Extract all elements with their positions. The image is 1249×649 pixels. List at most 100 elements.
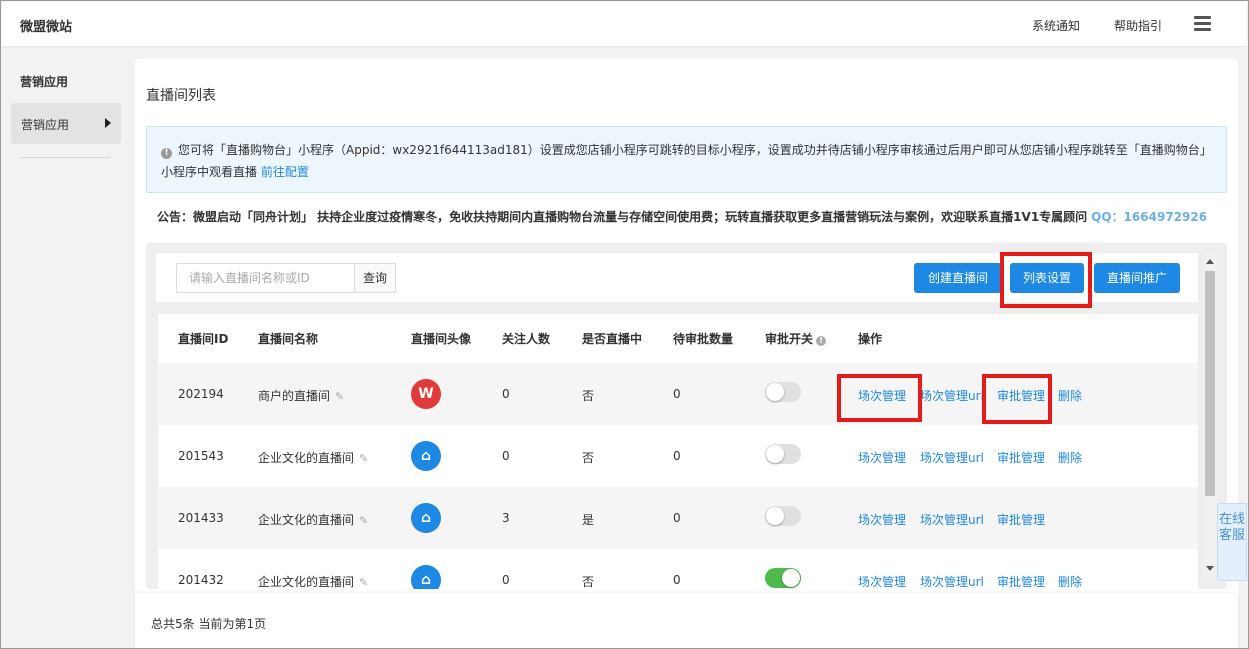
row-followers: 0 bbox=[502, 449, 510, 463]
announcement-text: 公告：微盟启动「同舟计划」 扶持企业度过疫情寒冬，免收扶持期间内直播购物台流量与… bbox=[157, 210, 1088, 224]
help-icon[interactable]: ! bbox=[816, 336, 827, 346]
main-card: 直播间列表 ! 您可将「直播购物台」小程序（Appid：wx2921f644113… bbox=[135, 59, 1238, 599]
session-manage-link[interactable]: 场次管理 bbox=[858, 449, 906, 466]
edit-icon[interactable]: ✎ bbox=[359, 576, 368, 589]
pagination-summary: 总共5条 当前为第1页 bbox=[151, 617, 267, 631]
qq-contact: QQ：1664972926 bbox=[1091, 210, 1208, 224]
create-room-button[interactable]: 创建直播间 bbox=[914, 263, 1002, 293]
header-approval: 审批开关! bbox=[765, 330, 827, 347]
room-avatar: ⌂ bbox=[411, 441, 441, 471]
toggle-knob bbox=[766, 507, 784, 525]
page-title: 直播间列表 bbox=[146, 88, 216, 104]
arrow-right-icon bbox=[105, 118, 111, 128]
table-row: 201543 企业文化的直播间 ✎ ⌂ 0 否 0 场次管理 场次管理url 审批… bbox=[158, 425, 1198, 487]
sidebar-title: 营销应用 bbox=[20, 75, 69, 89]
header-followers: 关注人数 bbox=[502, 332, 551, 346]
sidebar: 营销应用 营销应用 bbox=[2, 48, 128, 648]
approval-toggle[interactable] bbox=[765, 568, 801, 588]
row-name-text: 企业文化的直播间 bbox=[258, 451, 355, 465]
edit-icon[interactable]: ✎ bbox=[359, 452, 368, 465]
row-followers: 0 bbox=[502, 387, 510, 401]
session-manage-link[interactable]: 场次管理 bbox=[858, 573, 906, 589]
toggle-knob bbox=[782, 569, 800, 587]
row-pending: 0 bbox=[673, 449, 681, 463]
highlight-box-session bbox=[837, 374, 922, 422]
session-url-link[interactable]: 场次管理url bbox=[920, 449, 984, 466]
approval-toggle[interactable] bbox=[765, 444, 801, 464]
scroll-down-icon[interactable] bbox=[1206, 566, 1214, 571]
search-button[interactable]: 查询 bbox=[354, 263, 396, 293]
header-approval-label: 审批开关 bbox=[765, 332, 814, 346]
row-pending: 0 bbox=[673, 387, 681, 401]
live-room-table: 直播间ID 直播间名称 直播间头像 关注人数 是否直播中 待审批数量 审批开关!… bbox=[158, 314, 1198, 589]
approval-toggle[interactable] bbox=[765, 382, 801, 402]
info-icon: ! bbox=[161, 148, 172, 159]
highlight-box-approval bbox=[982, 374, 1052, 424]
scroll-thumb[interactable] bbox=[1205, 271, 1215, 496]
delete-link[interactable]: 删除 bbox=[1058, 387, 1082, 404]
help-guide-link[interactable]: 帮助指引 bbox=[1114, 17, 1162, 34]
toggle-knob bbox=[766, 383, 784, 401]
top-bar: 微盟微站 系统通知 帮助指引 bbox=[2, 2, 1247, 47]
announcement: 公告：微盟启动「同舟计划」 扶持企业度过疫情寒冬，免收扶持期间内直播购物台流量与… bbox=[157, 208, 1207, 225]
approval-manage-link[interactable]: 审批管理 bbox=[997, 449, 1045, 466]
row-pending: 0 bbox=[673, 573, 681, 587]
row-id: 201433 bbox=[178, 511, 224, 525]
info-banner: ! 您可将「直播购物台」小程序（Appid：wx2921f644113ad181）… bbox=[146, 126, 1227, 193]
row-id: 202194 bbox=[178, 387, 224, 401]
delete-link[interactable]: 删除 bbox=[1058, 573, 1082, 589]
brand-title: 微盟微站 bbox=[20, 20, 73, 35]
edit-icon[interactable]: ✎ bbox=[359, 514, 368, 527]
sidebar-divider bbox=[20, 157, 111, 158]
session-manage-link[interactable]: 场次管理 bbox=[858, 511, 906, 528]
room-promote-button[interactable]: 直播间推广 bbox=[1094, 263, 1180, 293]
app-frame: 微盟微站 系统通知 帮助指引 营销应用 营销应用 直播间列表 ! 您可将「直播购物… bbox=[0, 0, 1249, 649]
header-id: 直播间ID bbox=[178, 332, 229, 346]
go-configure-link[interactable]: 前往配置 bbox=[261, 165, 309, 179]
room-avatar: ⌂ bbox=[411, 503, 441, 533]
approval-manage-link[interactable]: 审批管理 bbox=[997, 511, 1045, 528]
row-followers: 3 bbox=[502, 511, 510, 525]
row-name: 企业文化的直播间 ✎ bbox=[258, 511, 368, 528]
row-name: 商户的直播间 ✎ bbox=[258, 387, 344, 404]
approval-toggle[interactable] bbox=[765, 506, 801, 526]
header-avatar: 直播间头像 bbox=[411, 332, 472, 346]
header-actions: 操作 bbox=[858, 332, 883, 346]
pagination-footer: 总共5条 当前为第1页 bbox=[135, 593, 1238, 648]
row-name-text: 企业文化的直播间 bbox=[258, 575, 355, 589]
scroll-up-icon[interactable] bbox=[1206, 259, 1214, 264]
session-url-link[interactable]: 场次管理url bbox=[920, 573, 984, 589]
row-id: 201543 bbox=[178, 449, 224, 463]
row-live: 否 bbox=[582, 451, 595, 465]
delete-link[interactable]: 删除 bbox=[1058, 449, 1082, 466]
system-notice-link[interactable]: 系统通知 bbox=[1032, 17, 1080, 34]
header-name: 直播间名称 bbox=[258, 332, 319, 346]
table-row: 201432 企业文化的直播间 ✎ ⌂ 0 否 0 场次管理 场次管理url 审批… bbox=[158, 549, 1198, 589]
hamburger-icon[interactable] bbox=[1194, 16, 1211, 32]
online-service-button[interactable]: 在线客服 bbox=[1217, 503, 1247, 581]
scrollbar[interactable] bbox=[1204, 253, 1216, 577]
highlight-box-settings bbox=[1000, 252, 1092, 308]
row-live: 否 bbox=[582, 389, 595, 403]
toggle-knob bbox=[766, 445, 784, 463]
edit-icon[interactable]: ✎ bbox=[335, 390, 344, 403]
row-name-text: 商户的直播间 bbox=[258, 389, 331, 403]
info-text: 您可将「直播购物台」小程序（Appid：wx2921f644113ad181）设… bbox=[161, 143, 1212, 179]
row-pending: 0 bbox=[673, 511, 681, 525]
search-input[interactable] bbox=[176, 263, 356, 293]
row-name: 企业文化的直播间 ✎ bbox=[258, 449, 368, 466]
row-live: 否 bbox=[582, 575, 595, 589]
approval-manage-link[interactable]: 审批管理 bbox=[997, 573, 1045, 589]
header-live: 是否直播中 bbox=[582, 332, 643, 346]
header-pending: 待审批数量 bbox=[673, 332, 734, 346]
session-url-link[interactable]: 场次管理url bbox=[920, 387, 984, 404]
sidebar-item-label: 营销应用 bbox=[21, 118, 70, 132]
room-avatar: W bbox=[411, 379, 441, 409]
row-name: 企业文化的直播间 ✎ bbox=[258, 573, 368, 589]
row-name-text: 企业文化的直播间 bbox=[258, 513, 355, 527]
table-row: 201433 企业文化的直播间 ✎ ⌂ 3 是 0 场次管理 场次管理url 审批… bbox=[158, 487, 1198, 549]
room-avatar: ⌂ bbox=[411, 565, 441, 589]
row-live: 是 bbox=[582, 513, 595, 527]
session-url-link[interactable]: 场次管理url bbox=[920, 511, 984, 528]
sidebar-item-marketing[interactable]: 营销应用 bbox=[11, 103, 121, 144]
